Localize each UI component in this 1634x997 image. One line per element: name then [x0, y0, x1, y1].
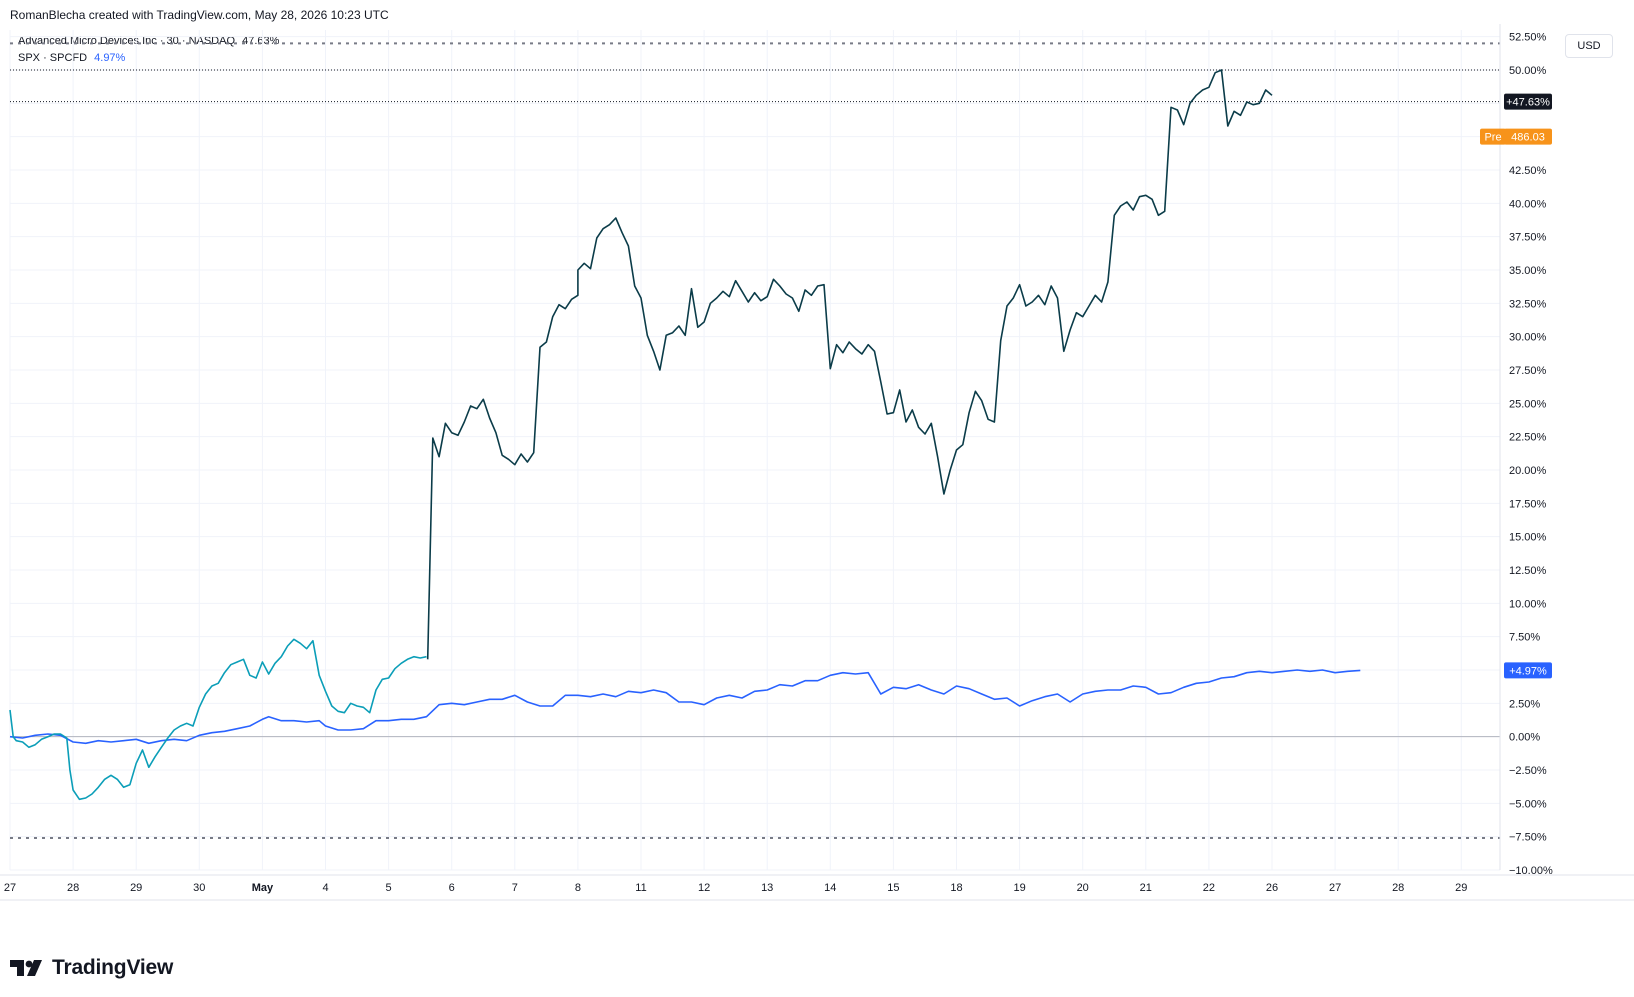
x-tick-label: 21 [1140, 882, 1152, 894]
x-tick-label: 28 [67, 882, 79, 894]
y-tick-label: 2.50% [1509, 698, 1540, 710]
y-tick-label: −2.50% [1509, 765, 1547, 777]
y-tick-label: 37.50% [1509, 232, 1547, 244]
time-axis[interactable]: 27 28 29 30 May 4 5 6 7 8 11 12 13 14 15 18 19 20 21 22 26 27… [0, 874, 1634, 901]
y-tick-label: 32.50% [1509, 298, 1547, 310]
x-tick-label: 11 [635, 882, 646, 894]
price-axis[interactable]: 52.50%50.00%47.50%45.00%42.50%40.00%37.5… [1499, 24, 1553, 877]
x-tick-label: 13 [761, 882, 773, 894]
y-tick-label: 35.00% [1509, 265, 1547, 277]
y-tick-label: 52.50% [1509, 32, 1547, 44]
badge-pre-tag: Pre [1484, 132, 1501, 144]
x-tick-label: 4 [322, 882, 328, 894]
y-tick-label: 12.50% [1509, 565, 1547, 577]
x-tick-label: 8 [575, 882, 581, 894]
y-tick-label: 50.00% [1509, 65, 1547, 77]
y-tick-label: 15.00% [1509, 532, 1547, 544]
x-tick-label: 26 [1266, 882, 1278, 894]
badge-amd-last: +47.63% [1506, 97, 1550, 109]
x-tick-label: 28 [1392, 882, 1404, 894]
badge-pre: 486.03 [1511, 132, 1545, 144]
y-tick-label: 0.00% [1509, 732, 1540, 744]
tradingview-logo[interactable]: TradingView [10, 956, 173, 980]
x-tick-label: 19 [1013, 882, 1025, 894]
x-tick-label: 29 [1455, 882, 1467, 894]
y-tick-label: −7.50% [1509, 832, 1547, 844]
x-tick-label: 7 [512, 882, 518, 894]
x-tick-label: 5 [386, 882, 392, 894]
series-line-spx [9, 669, 1361, 745]
x-tick-label: 29 [130, 882, 142, 894]
y-tick-label: 10.00% [1509, 598, 1547, 610]
tradingview-logo-icon [10, 960, 42, 976]
badge-spx-last: +4.97% [1509, 665, 1547, 677]
price-chart[interactable]: 52.50%50.00%47.50%45.00%42.50%40.00%37.5… [0, 0, 1634, 997]
y-tick-label: 22.50% [1509, 432, 1547, 444]
y-tick-label: 20.00% [1509, 465, 1547, 477]
x-tick-label: 14 [824, 882, 836, 894]
y-tick-label: 7.50% [1509, 632, 1540, 644]
y-tick-label: 27.50% [1509, 365, 1547, 377]
y-tick-label: 17.50% [1509, 498, 1547, 510]
x-tick-label: 27 [1329, 882, 1341, 894]
x-tick-label: 6 [449, 882, 455, 894]
x-tick-label: 15 [887, 882, 899, 894]
x-tick-label: 30 [193, 882, 205, 894]
x-tick-label: May [252, 882, 274, 894]
y-tick-label: 42.50% [1509, 165, 1547, 177]
y-tick-label: −5.00% [1509, 798, 1547, 810]
y-tick-label: 30.00% [1509, 332, 1547, 344]
y-tick-label: 40.00% [1509, 198, 1547, 210]
chart-grid [9, 30, 1500, 871]
x-tick-label: 27 [4, 882, 16, 894]
x-tick-label: 18 [950, 882, 962, 894]
x-tick-label: 22 [1203, 882, 1215, 894]
reference-lines [10, 42, 1500, 839]
series-line-amd-premarket [9, 638, 427, 801]
x-tick-label: 20 [1077, 882, 1089, 894]
series-layer [9, 69, 1361, 801]
price-badges: +47.63% Pre 486.03 +4.97% [1480, 93, 1552, 679]
y-tick-label: 25.00% [1509, 398, 1547, 410]
tradingview-logo-text: TradingView [52, 956, 174, 979]
x-tick-label: 12 [698, 882, 710, 894]
